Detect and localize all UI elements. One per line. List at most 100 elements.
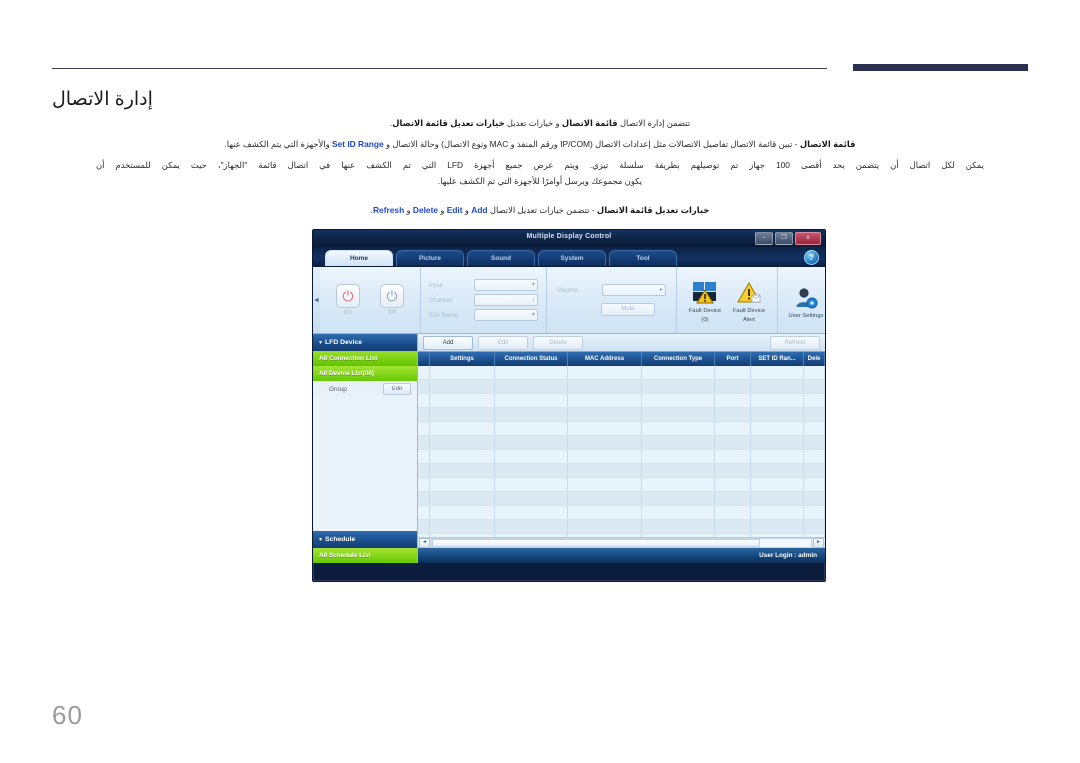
sidebar-header-lfd-device[interactable]: ▾ LFD Device [313, 334, 417, 351]
table-row[interactable] [418, 464, 825, 478]
table-cell[interactable] [642, 492, 715, 506]
table-cell[interactable] [642, 408, 715, 422]
table-cell[interactable] [568, 534, 642, 537]
table-cell[interactable] [495, 534, 568, 537]
table-cell[interactable] [804, 450, 825, 464]
fault-device-alert-button[interactable]: Fault Device Alert [727, 276, 771, 324]
table-cell[interactable] [804, 422, 825, 436]
table-cell[interactable] [642, 534, 715, 537]
table-row[interactable] [418, 450, 825, 464]
table-cell[interactable] [430, 366, 495, 380]
tab-sound[interactable]: Sound [467, 250, 535, 266]
table-cell[interactable] [568, 478, 642, 492]
table-cell[interactable] [418, 436, 430, 450]
table-cell[interactable] [430, 408, 495, 422]
fault-device-button[interactable]: Fault Device (0) [683, 276, 727, 324]
table-cell[interactable] [430, 534, 495, 537]
table-cell[interactable] [430, 380, 495, 394]
table-cell[interactable] [418, 450, 430, 464]
table-cell[interactable] [715, 366, 751, 380]
table-cell[interactable] [642, 450, 715, 464]
table-row[interactable] [418, 534, 825, 537]
table-cell[interactable] [418, 492, 430, 506]
table-cell[interactable] [418, 380, 430, 394]
table-row[interactable] [418, 520, 825, 534]
table-cell[interactable] [715, 450, 751, 464]
table-cell[interactable] [804, 520, 825, 534]
table-column-header[interactable]: Settings [430, 352, 495, 366]
table-column-header[interactable]: Dele [804, 352, 825, 366]
table-row[interactable] [418, 380, 825, 394]
table-cell[interactable] [568, 380, 642, 394]
table-row[interactable] [418, 478, 825, 492]
table-row[interactable] [418, 408, 825, 422]
table-cell[interactable] [642, 366, 715, 380]
table-cell[interactable] [804, 366, 825, 380]
table-cell[interactable] [751, 520, 804, 534]
minimize-button[interactable]: – [755, 232, 773, 245]
table-cell[interactable] [715, 478, 751, 492]
table-cell[interactable] [642, 520, 715, 534]
table-cell[interactable] [495, 450, 568, 464]
table-cell[interactable] [751, 492, 804, 506]
table-cell[interactable] [495, 422, 568, 436]
table-row[interactable] [418, 436, 825, 450]
table-cell[interactable] [751, 478, 804, 492]
table-cell[interactable] [715, 394, 751, 408]
table-cell[interactable] [430, 506, 495, 520]
table-row[interactable] [418, 394, 825, 408]
table-column-header[interactable]: Connection Type [642, 352, 715, 366]
table-cell[interactable] [804, 506, 825, 520]
table-cell[interactable] [715, 464, 751, 478]
table-cell[interactable] [430, 394, 495, 408]
table-cell[interactable] [430, 422, 495, 436]
maximize-button[interactable]: ❐ [775, 232, 793, 245]
table-cell[interactable] [751, 394, 804, 408]
table-row[interactable] [418, 366, 825, 380]
table-row[interactable] [418, 422, 825, 436]
table-column-header[interactable]: SET ID Ran... [751, 352, 804, 366]
table-cell[interactable] [642, 394, 715, 408]
table-cell[interactable] [751, 380, 804, 394]
table-cell[interactable] [418, 408, 430, 422]
scrollbar-track[interactable] [431, 538, 812, 548]
power-off-button[interactable]: Off [370, 284, 414, 316]
table-cell[interactable] [751, 450, 804, 464]
sidebar-item-all-schedule-list[interactable]: All Schedule List [313, 548, 417, 563]
table-cell[interactable] [751, 436, 804, 450]
table-row[interactable] [418, 506, 825, 520]
help-icon[interactable]: ? [804, 250, 819, 265]
table-cell[interactable] [430, 520, 495, 534]
table-cell[interactable] [430, 492, 495, 506]
table-cell[interactable] [568, 492, 642, 506]
add-button[interactable]: Add [423, 335, 473, 350]
sidebar-group-edit-button[interactable]: Edit [383, 383, 411, 395]
refresh-button[interactable]: Refresh [770, 335, 820, 350]
table-cell[interactable] [642, 436, 715, 450]
sidebar-group-row[interactable]: Group Edit [313, 381, 417, 397]
table-cell[interactable] [642, 464, 715, 478]
table-cell[interactable] [568, 436, 642, 450]
table-cell[interactable] [804, 492, 825, 506]
sidebar-item-all-device-list[interactable]: All Device List(00) [313, 366, 417, 381]
table-cell[interactable] [418, 366, 430, 380]
table-cell[interactable] [804, 394, 825, 408]
table-column-header[interactable]: Connection Status [495, 352, 568, 366]
ribbon-scroll-left-icon[interactable]: ◄ [313, 267, 320, 333]
power-on-button[interactable]: On [326, 284, 370, 316]
table-cell[interactable] [715, 436, 751, 450]
table-cell[interactable] [715, 408, 751, 422]
table-cell[interactable] [642, 422, 715, 436]
table-cell[interactable] [715, 380, 751, 394]
table-cell[interactable] [751, 534, 804, 537]
table-cell[interactable] [715, 506, 751, 520]
table-cell[interactable] [495, 464, 568, 478]
table-cell[interactable] [804, 534, 825, 537]
table-cell[interactable] [568, 450, 642, 464]
table-cell[interactable] [418, 520, 430, 534]
channel-spinner[interactable]: ↕ [473, 294, 538, 306]
table-cell[interactable] [418, 506, 430, 520]
table-cell[interactable] [568, 506, 642, 520]
volume-input[interactable]: ▸ [601, 284, 666, 296]
table-cell[interactable] [568, 408, 642, 422]
